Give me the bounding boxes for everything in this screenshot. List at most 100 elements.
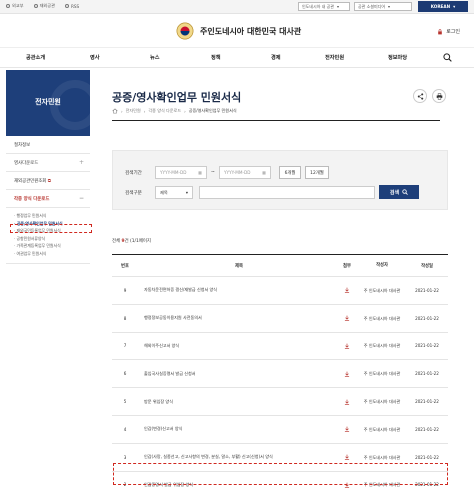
highlight-box-row — [113, 463, 448, 485]
submenu-item-family-forms[interactable]: · 가족관계등록업무 민원서식 — [14, 242, 90, 250]
download-icon[interactable] — [334, 333, 360, 360]
row-date: 2021-01-22 — [415, 287, 439, 293]
submenu-item-airport-forms[interactable]: · 공항민원서류양식 — [14, 235, 90, 243]
row-title-link[interactable]: 방문 위임장 양식 — [144, 388, 334, 415]
embassy-emblem-logo[interactable] — [176, 22, 194, 40]
login-button[interactable]: 로그인 — [437, 28, 460, 35]
nav-e-civil[interactable]: 전자민원 — [325, 54, 344, 61]
row-writer: 주 인도네시아 대사관 — [363, 343, 401, 349]
table-row[interactable]: 9 자동차운전면허증 갱신/재발급 신청서 양식 주 인도네시아 대사관 202… — [112, 277, 448, 305]
utility-links: 외교부 재외공관 RSS — [6, 3, 79, 9]
end-date-input[interactable]: YYYY-MM-DD ▦ — [219, 166, 271, 179]
nav-news[interactable]: 뉴스 — [150, 54, 160, 61]
sidebar-menu: 절차정보 영사다운로드 + 재외공관민원조회 ⧉ 각종 양식 다운로드 − · 행정… — [6, 136, 90, 264]
chevron-right-icon: › — [143, 108, 146, 114]
sidebar-hero: 전자민원 — [6, 70, 90, 136]
nav-economy[interactable]: 경제 — [271, 54, 281, 61]
utility-link-rss[interactable]: RSS — [64, 3, 79, 9]
utility-link-missions[interactable]: 재외공관 — [33, 3, 55, 9]
social-media-select[interactable]: 공관 소셜미디어 ▾ — [354, 2, 412, 11]
home-icon[interactable] — [112, 108, 118, 114]
breadcrumb-current: 공증/영사확인업무 민원서식 — [188, 108, 237, 113]
rss-icon — [64, 4, 69, 8]
table-row[interactable]: 5 방문 위임장 양식 주 인도네시아 대사관 2021-01-22 — [112, 388, 448, 416]
utility-link-mofa[interactable]: 외교부 — [6, 3, 24, 9]
plus-icon: + — [78, 159, 84, 166]
header-date: 작성일 — [421, 263, 433, 269]
search-icon — [402, 189, 408, 195]
download-icon[interactable] — [334, 305, 360, 332]
row-no: 4 — [123, 426, 127, 432]
row-date: 2021-01-22 — [415, 399, 439, 405]
sidebar-item-forms-download[interactable]: 각종 양식 다운로드 − — [6, 190, 90, 208]
page-title: 공증/영사확인업무 민원서식 — [112, 91, 242, 104]
six-months-button[interactable]: 6개월 — [279, 166, 301, 179]
row-no: 7 — [123, 343, 127, 349]
chevron-down-icon: ▾ — [185, 190, 188, 195]
building-icon — [33, 4, 38, 8]
row-date: 2021-01-22 — [415, 371, 439, 377]
row-no: 9 — [123, 287, 127, 293]
row-title-link[interactable]: 자동차운전면허증 갱신/재발급 신청서 양식 — [144, 277, 334, 304]
nav-about[interactable]: 공관소개 — [26, 54, 45, 61]
mission-select[interactable]: 인도네시아 내 공관 ▾ — [298, 2, 350, 11]
row-title-link[interactable]: 출입국사실증명서 발급 신청서 — [144, 360, 334, 387]
chevron-down-icon: ▾ — [388, 4, 391, 9]
row-writer: 주 인도네시아 대사관 — [363, 287, 401, 293]
search-keyword-input[interactable] — [199, 186, 375, 199]
row-title-link[interactable]: 인감(변경)신고서 양식 — [144, 416, 334, 443]
download-icon[interactable] — [334, 388, 360, 415]
calendar-icon[interactable]: ▦ — [262, 170, 266, 175]
site-title[interactable]: 주인도네시아 대한민국 대사관 — [200, 26, 301, 37]
row-date: 2021-01-22 — [415, 315, 439, 321]
header-writer: 작성자 — [376, 263, 388, 268]
table-row[interactable]: 6 출입국사실증명서 발급 신청서 주 인도네시아 대사관 2021-01-22 — [112, 360, 448, 389]
sidebar-item-consular-download[interactable]: 영사다운로드 + — [6, 154, 90, 172]
globe-icon — [6, 4, 10, 8]
download-icon[interactable] — [334, 416, 360, 443]
calendar-icon[interactable]: ▦ — [198, 170, 202, 175]
search-button[interactable]: 검색 — [379, 185, 419, 199]
submenu-item-passport-forms[interactable]: · 여권업무 민원서식 — [14, 250, 90, 258]
period-label: 검색기간 — [125, 171, 142, 176]
external-link-icon: ⧉ — [47, 179, 51, 184]
minus-icon: − — [78, 195, 84, 202]
print-icon — [436, 92, 442, 100]
row-no: 8 — [123, 315, 127, 321]
download-icon[interactable] — [334, 277, 360, 304]
share-icon — [417, 92, 423, 100]
top-utility-bar: 외교부 재외공관 RSS 인도네시아 내 공관 ▾ 공관 소셜미디어 ▾ KOREA… — [0, 0, 474, 14]
total-count: 전체 9건 (1/1페이지 — [112, 239, 151, 244]
print-button[interactable] — [432, 89, 446, 103]
main-navigation: 공관소개 영사 뉴스 정책 경제 전자민원 정보마당 — [0, 48, 474, 68]
row-title-link[interactable]: 행정정보공동이용지원 사전동의서 — [144, 305, 334, 332]
start-date-input[interactable]: YYYY-MM-DD ▦ — [155, 166, 207, 179]
row-no: 6 — [123, 371, 127, 377]
site-header: 주인도네시아 대한민국 대사관 로그인 — [0, 14, 474, 48]
search-icon[interactable] — [443, 53, 452, 62]
sidebar-item-procedure[interactable]: 절차정보 — [6, 136, 90, 154]
breadcrumb-item[interactable]: 각종 양식 다운로드 — [148, 108, 181, 114]
table-row[interactable]: 4 인감(변경)신고서 양식 주 인도네시아 대사관 2021-01-22 — [112, 416, 448, 444]
row-no: 5 — [123, 399, 127, 405]
share-button[interactable] — [413, 89, 427, 103]
twelve-months-button[interactable]: 12개월 — [305, 166, 329, 179]
chevron-down-icon: ▾ — [336, 4, 339, 9]
header-title: 제목 — [235, 263, 243, 269]
breadcrumb-item[interactable]: 전자민원 — [126, 108, 141, 114]
submenu-item-admin-forms[interactable]: · 행정업무 민원서식 — [14, 212, 90, 220]
sidebar-submenu: · 행정업무 민원서식 · 공증/영사확인업무 민원서식 · 재외국민등록업무 … — [6, 208, 90, 264]
language-select[interactable]: KOREAN ▾ — [418, 1, 468, 12]
download-icon[interactable] — [334, 360, 360, 387]
row-writer: 주 인도네시아 대사관 — [363, 315, 401, 321]
row-title-link[interactable]: 해외이주신고서 양식 — [144, 333, 334, 360]
sidebar-item-mission-lookup[interactable]: 재외공관민원조회 ⧉ — [6, 172, 90, 190]
table-row[interactable]: 7 해외이주신고서 양식 주 인도네시아 대사관 2021-01-22 — [112, 333, 448, 361]
chevron-right-icon: › — [121, 108, 123, 114]
search-type-label: 검색구분 — [125, 191, 142, 196]
nav-policy[interactable]: 정책 — [211, 54, 221, 61]
nav-consular[interactable]: 영사 — [90, 54, 100, 61]
table-row[interactable]: 8 행정정보공동이용지원 사전동의서 주 인도네시아 대사관 2021-01-2… — [112, 305, 448, 333]
nav-info[interactable]: 정보마당 — [388, 54, 407, 61]
search-type-select[interactable]: 제목 ▾ — [155, 186, 193, 199]
